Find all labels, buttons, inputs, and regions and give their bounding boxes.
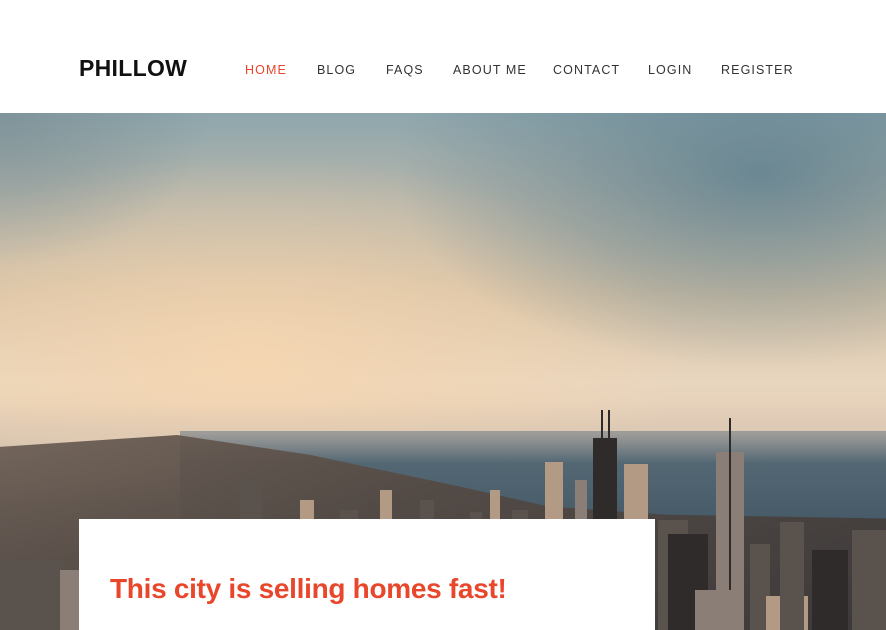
feature-card-title[interactable]: This city is selling homes fast! <box>110 572 507 606</box>
nav-item-contact[interactable]: CONTACT <box>553 62 620 78</box>
nav-item-login[interactable]: LOGIN <box>648 62 692 78</box>
site-header: PHILLOW HOME BLOG FAQS ABOUT ME CONTACT … <box>0 0 886 113</box>
building <box>812 550 848 630</box>
site-logo[interactable]: PHILLOW <box>79 54 187 82</box>
building <box>0 560 60 630</box>
nav-item-register[interactable]: REGISTER <box>721 62 794 78</box>
nav-item-faqs[interactable]: FAQS <box>386 62 424 78</box>
nav-item-blog[interactable]: BLOG <box>317 62 356 78</box>
building <box>780 522 804 630</box>
nav-item-home[interactable]: HOME <box>245 62 287 78</box>
nav-item-about-me[interactable]: ABOUT ME <box>453 62 527 78</box>
feature-card[interactable]: This city is selling homes fast! <box>79 519 655 630</box>
building <box>852 530 886 630</box>
building <box>695 590 735 630</box>
hero-image: This city is selling homes fast! <box>0 113 886 630</box>
